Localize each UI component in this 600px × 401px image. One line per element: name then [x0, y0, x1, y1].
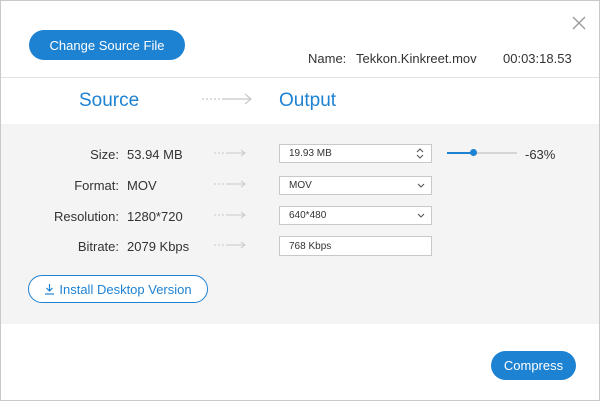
stepper-icon[interactable]: [415, 147, 425, 160]
compression-percent: -63%: [525, 147, 556, 162]
bitrate-label: Bitrate:: [77, 239, 119, 254]
compress-dialog: Change Source File Name: Tekkon.Kinkreet…: [0, 0, 600, 401]
output-bitrate-value: 768 Kbps: [289, 240, 332, 252]
output-format-value: MOV: [289, 180, 312, 191]
install-desktop-version-button[interactable]: Install Desktop Version: [28, 275, 208, 303]
compress-button[interactable]: Compress: [491, 351, 576, 380]
output-size-value: 19.93 MB: [289, 148, 332, 159]
compression-slider[interactable]: [447, 149, 517, 156]
close-icon[interactable]: [571, 15, 587, 31]
arrow-right-icon: [214, 211, 246, 219]
slider-handle[interactable]: [469, 149, 477, 156]
output-bitrate-field[interactable]: 768 Kbps: [279, 236, 432, 256]
install-desktop-version-label: Install Desktop Version: [59, 281, 192, 297]
bitrate-source-value: 2079 Kbps: [127, 239, 190, 254]
output-column-title: Output: [279, 90, 337, 111]
resolution-source-value: 1280*720: [127, 209, 183, 224]
file-name-label: Name:: [308, 51, 347, 66]
size-source-value: 53.94 MB: [127, 147, 183, 162]
change-source-file-button[interactable]: Change Source File: [29, 30, 185, 60]
source-column-title: Source: [79, 90, 140, 111]
file-duration: 00:03:18.53: [503, 51, 572, 66]
output-size-stepper[interactable]: 19.93 MB: [279, 144, 432, 163]
arrow-right-icon: [214, 241, 246, 249]
resolution-label: Resolution:: [53, 209, 119, 224]
chevron-down-icon: [417, 213, 425, 218]
format-label: Format:: [74, 178, 119, 193]
chevron-down-icon: [417, 183, 425, 188]
output-resolution-value: 640*480: [289, 210, 327, 221]
arrow-right-icon: [214, 149, 246, 157]
arrow-right-icon: [202, 93, 252, 105]
header-divider: [1, 77, 599, 78]
file-name-value: Tekkon.Kinkreet.mov: [356, 51, 477, 66]
output-resolution-select[interactable]: 640*480: [279, 206, 432, 225]
size-label: Size:: [90, 147, 119, 162]
format-source-value: MOV: [127, 178, 157, 193]
download-icon: [45, 284, 55, 295]
arrow-right-icon: [214, 180, 246, 188]
output-format-select[interactable]: MOV: [279, 176, 432, 195]
